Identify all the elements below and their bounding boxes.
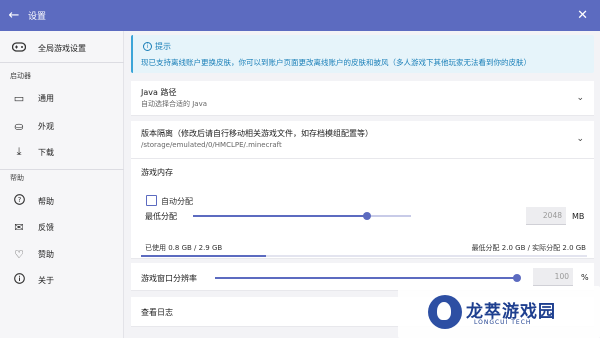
- divider: [0, 62, 124, 63]
- java-path-subtitle: 自动选择合适的 Java: [141, 100, 208, 108]
- feedback-icon: ✉: [14, 220, 24, 234]
- memory-unit: MB: [572, 212, 585, 221]
- back-arrow-icon[interactable]: ←: [0, 0, 28, 31]
- min-allocation-label: 最低分配: [145, 212, 177, 221]
- sidebar-item-sponsor[interactable]: ♡ 赞助: [0, 243, 124, 265]
- watermark-subtext: LONGCUI TECH: [474, 319, 532, 326]
- info-icon: i: [143, 42, 152, 51]
- sidebar-item-about[interactable]: 关于: [0, 269, 124, 291]
- memory-used-text: 已使用 0.8 GB / 2.9 GB: [145, 244, 223, 252]
- java-path-title: Java 路径: [141, 88, 177, 97]
- sidebar-item-label: 全局游戏设置: [38, 43, 86, 53]
- min-memory-input[interactable]: 2048: [526, 207, 566, 225]
- slider-thumb[interactable]: [363, 212, 371, 220]
- memory-section-title: 游戏内存: [141, 168, 173, 177]
- chevron-down-icon[interactable]: ⌄: [576, 134, 584, 144]
- sidebar-item-label: 外观: [38, 121, 54, 131]
- sidebar-item-label: 通用: [38, 93, 54, 103]
- divider: [0, 169, 124, 170]
- memory-usage-bar: [141, 255, 587, 257]
- gamepad-icon: [0, 41, 38, 55]
- sidebar-item-label: 下载: [38, 147, 54, 157]
- memory-section: 游戏内存 自动分配 最低分配 2048 MB 已使用 0.8 GB / 2.9 …: [131, 159, 594, 259]
- auto-allocate-checkbox[interactable]: [146, 195, 157, 206]
- svg-text:?: ?: [17, 196, 21, 204]
- memory-used-fill: [141, 255, 266, 257]
- hint-banner: i 提示 现已支持离线账户更换皮肤，你可以到账户页面更改离线账户的皮肤和披风（多…: [131, 35, 594, 73]
- sponsor-heart-icon: ♡: [14, 247, 24, 261]
- hint-title: 提示: [155, 42, 171, 51]
- title-bar: ← 设置 ✕: [0, 0, 600, 31]
- window-icon: ▭: [13, 91, 25, 105]
- resolution-unit: %: [581, 273, 589, 282]
- info-icon: [0, 273, 38, 287]
- resolution-label: 游戏窗口分辨率: [141, 274, 197, 283]
- view-logs-label: 查看日志: [141, 308, 173, 317]
- version-isolation-title: 版本隔离（修改后请自行移动相关游戏文件，如存档模组配置等）: [141, 129, 373, 138]
- sidebar-item-help[interactable]: ? 帮助: [0, 190, 124, 212]
- sidebar-item-label: 赞助: [38, 249, 54, 259]
- sidebar: 全局游戏设置 启动器 ▭ 通用 ⛀ 外观 ⤓ 下载 帮助 ? 帮助 ✉ 反馈 ♡…: [0, 31, 124, 338]
- download-icon: ⤓: [16, 145, 22, 158]
- dragon-logo-icon: [428, 295, 462, 329]
- hint-text: 现已支持离线账户更换皮肤，你可以到账户页面更改离线账户的皮肤和披风（多人游戏下其…: [141, 58, 531, 67]
- palette-icon: ⛀: [14, 119, 24, 133]
- version-isolation-row[interactable]: 版本隔离（修改后请自行移动相关游戏文件，如存档模组配置等） /storage/e…: [131, 121, 594, 159]
- section-header-help: 帮助: [10, 174, 24, 182]
- sidebar-item-feedback[interactable]: ✉ 反馈: [0, 216, 124, 238]
- sidebar-item-general[interactable]: ▭ 通用: [0, 87, 124, 109]
- memory-allocation-text: 最低分配 2.0 GB / 实际分配 2.0 GB: [471, 244, 586, 252]
- section-header-launcher: 启动器: [10, 72, 31, 80]
- resolution-input[interactable]: 100: [533, 268, 573, 286]
- resolution-slider[interactable]: [215, 274, 521, 282]
- sidebar-item-download[interactable]: ⤓ 下载: [0, 141, 124, 163]
- watermark-logo: 龙萃游戏园 LONGCUI TECH: [398, 286, 600, 338]
- auto-allocate-label: 自动分配: [161, 197, 193, 206]
- sidebar-item-label: 关于: [38, 275, 54, 285]
- slider-fill: [215, 277, 517, 279]
- chevron-down-icon[interactable]: ⌄: [576, 93, 584, 103]
- close-icon[interactable]: ✕: [577, 0, 588, 31]
- sidebar-item-appearance[interactable]: ⛀ 外观: [0, 115, 124, 137]
- min-memory-slider[interactable]: [193, 212, 411, 220]
- page-title: 设置: [28, 12, 47, 22]
- java-path-row[interactable]: Java 路径 自动选择合适的 Java ⌄: [131, 81, 594, 116]
- slider-thumb[interactable]: [513, 274, 521, 282]
- help-icon: ?: [0, 194, 38, 208]
- sidebar-item-label: 反馈: [38, 222, 54, 232]
- slider-fill: [193, 215, 367, 217]
- version-isolation-path: /storage/emulated/0/HMCLPE/.minecraft: [141, 141, 282, 149]
- sidebar-item-label: 帮助: [38, 196, 54, 206]
- sidebar-item-global-settings[interactable]: 全局游戏设置: [0, 37, 124, 59]
